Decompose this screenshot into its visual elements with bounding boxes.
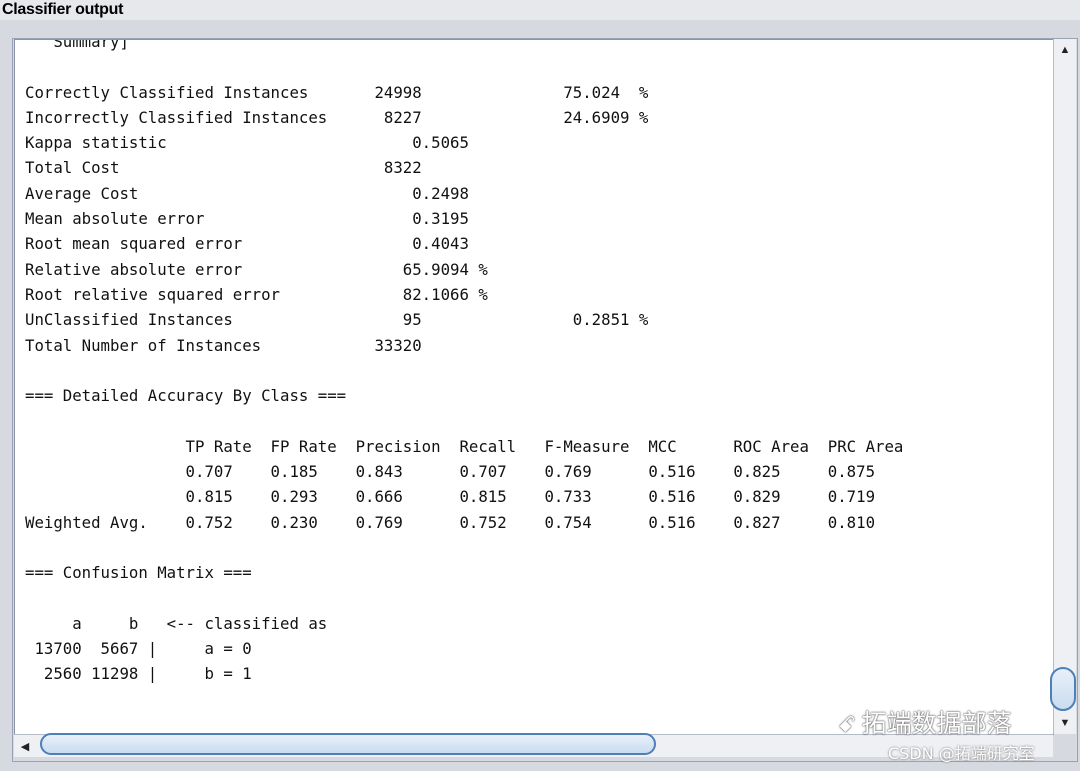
output-line: a b <-- classified as bbox=[25, 613, 328, 633]
vertical-scroll-thumb[interactable] bbox=[1050, 667, 1076, 711]
output-line: TP Rate FP Rate Precision Recall F-Measu… bbox=[25, 436, 904, 456]
output-line: Summary] bbox=[25, 39, 129, 51]
output-line: Kappa statistic 0.5065 bbox=[25, 133, 469, 153]
output-line: Root mean squared error 0.4043 bbox=[25, 234, 469, 254]
output-line: Weighted Avg. 0.752 0.230 0.769 0.752 0.… bbox=[25, 512, 876, 532]
horizontal-scroll-thumb[interactable] bbox=[40, 733, 656, 755]
output-line: 13700 5667 | a = 0 bbox=[25, 639, 252, 659]
output-line: 2560 11298 | b = 1 bbox=[25, 664, 252, 684]
classifier-output-text-area[interactable]: Summary] Correctly Classified Instances … bbox=[14, 39, 1054, 735]
wechat-icon: ꗃ bbox=[838, 713, 856, 738]
output-line: Incorrectly Classified Instances 8227 24… bbox=[25, 107, 649, 127]
output-line: Relative absolute error 65.9094 % bbox=[25, 259, 488, 279]
output-line: UnClassified Instances 95 0.2851 % bbox=[25, 310, 649, 330]
output-line: === Detailed Accuracy By Class === bbox=[25, 386, 347, 406]
output-line: === Confusion Matrix === bbox=[25, 563, 252, 583]
panel-title-bar: Classifier output bbox=[0, 0, 1080, 21]
output-line: Total Number of Instances 33320 bbox=[25, 335, 422, 355]
panel-title: Classifier output bbox=[2, 1, 124, 18]
watermark-brand: ꗃ 拓端数据部落 bbox=[838, 709, 1012, 738]
output-line: 0.815 0.293 0.666 0.815 0.733 0.516 0.82… bbox=[25, 487, 876, 507]
output-line: Root relative squared error 82.1066 % bbox=[25, 284, 488, 304]
arrow-up-icon[interactable]: ▲ bbox=[1054, 39, 1076, 61]
vertical-scrollbar[interactable]: ▲ ▼ bbox=[1050, 39, 1076, 734]
output-line: Correctly Classified Instances 24998 75.… bbox=[25, 82, 649, 102]
arrow-left-icon[interactable]: ◀ bbox=[14, 735, 36, 757]
output-line: Mean absolute error 0.3195 bbox=[25, 209, 469, 229]
watermark-credit: CSDN @拓端研究室 bbox=[888, 744, 1035, 763]
output-line: Total Cost 8322 bbox=[25, 158, 422, 178]
output-line: Average Cost 0.2498 bbox=[25, 183, 469, 203]
output-line: 0.707 0.185 0.843 0.707 0.769 0.516 0.82… bbox=[25, 462, 876, 482]
arrow-down-icon[interactable]: ▼ bbox=[1054, 712, 1076, 734]
output-text: Summary] Correctly Classified Instances … bbox=[25, 39, 904, 687]
